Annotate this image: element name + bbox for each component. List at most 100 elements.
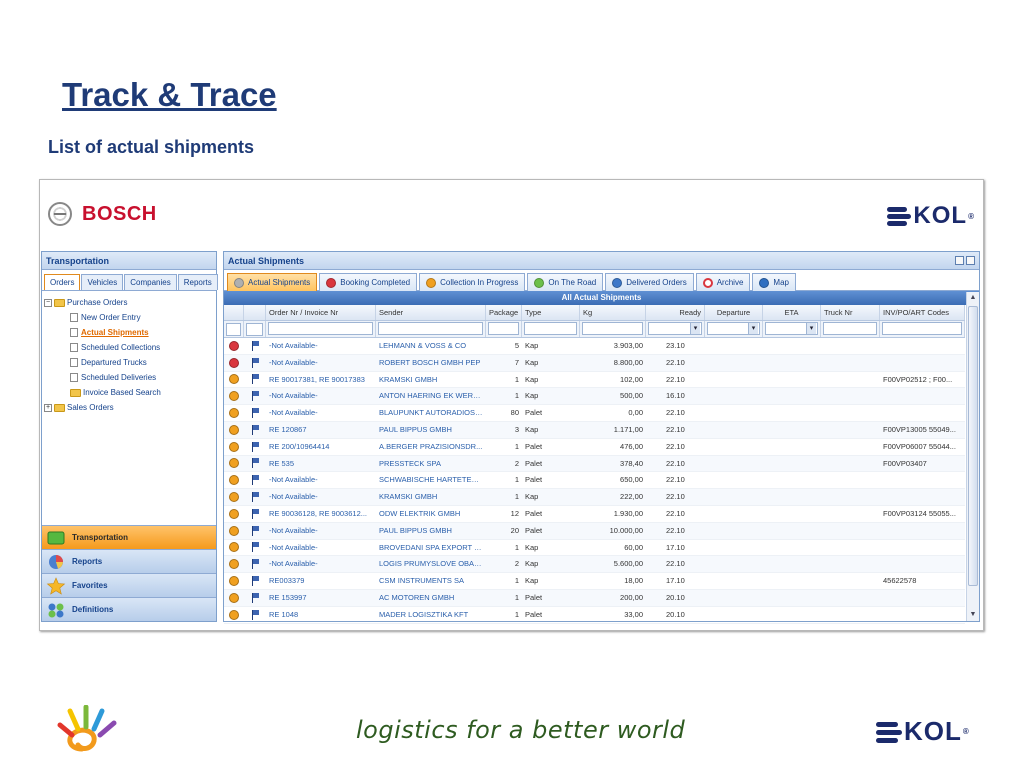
filter-eta-dropdown[interactable] xyxy=(765,322,818,335)
tree-item-invoice-based-search[interactable]: Invoice Based Search xyxy=(44,385,214,400)
tab-vehicles[interactable]: Vehicles xyxy=(81,274,124,290)
sender-cell[interactable]: KRAMSKI GMBH xyxy=(376,489,486,505)
order-cell[interactable]: -Not Available- xyxy=(266,338,376,354)
flag-icon[interactable] xyxy=(251,592,259,603)
table-row[interactable]: RE 153997 AC MOTOREN GMBH 1 Palet 200,00 20.1… xyxy=(224,589,965,607)
flag-icon[interactable] xyxy=(251,475,259,486)
table-row[interactable]: -Not Available- ROBERT BOSCH GMBH PEP 7 Kap… xyxy=(224,354,965,372)
nav-transportation[interactable]: Transportation xyxy=(42,525,216,549)
col-order[interactable]: Order Nr / Invoice Nr xyxy=(266,305,376,320)
filter-package-input[interactable] xyxy=(488,322,519,335)
flag-icon[interactable] xyxy=(251,357,259,368)
table-row[interactable]: -Not Available- SCHWABISCHE HARTETEC... 1 P… xyxy=(224,472,965,490)
tab-collection-in-progress[interactable]: Collection In Progress xyxy=(419,273,526,291)
tab-map[interactable]: Map xyxy=(752,273,796,291)
table-row[interactable]: -Not Available- PAUL BIPPUS GMBH 20 Palet 10… xyxy=(224,522,965,540)
nav-reports[interactable]: Reports xyxy=(42,549,216,573)
order-cell[interactable]: -Not Available- xyxy=(266,472,376,488)
table-row[interactable]: -Not Available- LEHMANN & VOSS & CO 5 Kap 3.… xyxy=(224,338,965,355)
col-truck[interactable]: Truck Nr xyxy=(821,305,880,320)
sender-cell[interactable]: PAUL BIPPUS GMBH xyxy=(376,523,486,539)
sender-cell[interactable]: A.BERGER PRAZISIONSDR... xyxy=(376,439,486,455)
flag-cell[interactable] xyxy=(244,472,266,488)
order-cell[interactable]: -Not Available- xyxy=(266,540,376,556)
sender-cell[interactable]: BROVEDANI SPA EXPORT D... xyxy=(376,540,486,556)
col-kg[interactable]: Kg xyxy=(580,305,646,320)
filter-order-input[interactable] xyxy=(268,322,373,335)
order-cell[interactable]: -Not Available- xyxy=(266,355,376,371)
table-row[interactable]: RE 120867 PAUL BIPPUS GMBH 3 Kap 1.171,00 22.… xyxy=(224,421,965,439)
tree-item-actual-shipments[interactable]: Actual Shipments xyxy=(44,325,214,340)
sender-cell[interactable]: MADER LOGISZTIKA KFT xyxy=(376,607,486,623)
col-inv[interactable]: INV/PO/ART Codes xyxy=(880,305,965,320)
flag-icon[interactable] xyxy=(251,525,259,536)
flag-icon[interactable] xyxy=(251,391,259,402)
order-cell[interactable]: RE 120867 xyxy=(266,422,376,438)
flag-cell[interactable] xyxy=(244,439,266,455)
order-cell[interactable]: RE 1048 xyxy=(266,607,376,623)
table-row[interactable]: RE 90036128, RE 9003612... ODW ELEKTRIK G… xyxy=(224,506,965,523)
table-row[interactable]: -Not Available- BLAUPUNKT AUTORADIOS ... 8… xyxy=(224,405,965,422)
order-cell[interactable]: -Not Available- xyxy=(266,405,376,421)
settings-icon[interactable] xyxy=(955,256,964,265)
table-row[interactable]: -Not Available- KRAMSKI GMBH 1 Kap 222,00 22.… xyxy=(224,489,965,506)
table-row[interactable]: RE 535 PRESSTECK SPA 2 Palet 378,40 22.10 F00V… xyxy=(224,455,965,473)
tab-delivered-orders[interactable]: Delivered Orders xyxy=(605,273,694,291)
collapse-icon[interactable]: − xyxy=(44,298,52,307)
filter-type-input[interactable] xyxy=(524,322,577,335)
sender-cell[interactable]: ODW ELEKTRIK GMBH xyxy=(376,506,486,522)
tab-booking-completed[interactable]: Booking Completed xyxy=(319,273,418,291)
scroll-thumb[interactable] xyxy=(968,306,978,586)
col-sender[interactable]: Sender xyxy=(376,305,486,320)
flag-cell[interactable] xyxy=(244,506,266,522)
table-row[interactable]: -Not Available- LOGIS PRUMYSLOVE OBAL... 2… xyxy=(224,556,965,574)
filter-kg-input[interactable] xyxy=(582,322,643,335)
filter-flag-input[interactable] xyxy=(246,322,263,336)
tab-companies[interactable]: Companies xyxy=(124,274,177,290)
flag-cell[interactable] xyxy=(244,456,266,472)
sender-cell[interactable]: PAUL BIPPUS GMBH xyxy=(376,422,486,438)
flag-cell[interactable] xyxy=(244,607,266,623)
sender-cell[interactable]: ANTON HAERING EK WERK... xyxy=(376,388,486,404)
flag-cell[interactable] xyxy=(244,540,266,556)
sender-cell[interactable]: SCHWABISCHE HARTETEC... xyxy=(376,472,486,488)
col-departure[interactable]: Departure xyxy=(705,305,763,320)
flag-icon[interactable] xyxy=(251,508,259,519)
flag-cell[interactable] xyxy=(244,422,266,438)
flag-icon[interactable] xyxy=(251,576,259,587)
tab-on-the-road[interactable]: On The Road xyxy=(527,273,604,291)
flag-cell[interactable] xyxy=(244,523,266,539)
filter-truck-input[interactable] xyxy=(823,322,877,335)
flag-icon[interactable] xyxy=(251,609,259,620)
scroll-down-icon[interactable]: ▼ xyxy=(967,609,979,621)
flag-cell[interactable] xyxy=(244,405,266,421)
flag-icon[interactable] xyxy=(251,458,259,469)
tab-archive[interactable]: Archive xyxy=(695,273,751,291)
flag-icon[interactable] xyxy=(251,374,259,385)
sender-cell[interactable]: ROBERT BOSCH GMBH PEP xyxy=(376,355,486,371)
sender-cell[interactable]: LOGIS PRUMYSLOVE OBAL... xyxy=(376,556,486,572)
order-cell[interactable]: -Not Available- xyxy=(266,556,376,572)
table-row[interactable]: RE003379 CSM INSTRUMENTS SA 1 Kap 18,00 17.10… xyxy=(224,573,965,590)
sender-cell[interactable]: KRAMSKI GMBH xyxy=(376,372,486,388)
tree-item-departured-trucks[interactable]: Departured Trucks xyxy=(44,355,214,370)
flag-icon[interactable] xyxy=(251,542,259,553)
tab-orders[interactable]: Orders xyxy=(44,274,81,290)
filter-inv-input[interactable] xyxy=(882,322,962,335)
table-row[interactable]: -Not Available- ANTON HAERING EK WERK... 1… xyxy=(224,388,965,406)
tree-item-scheduled-collections[interactable]: Scheduled Collections xyxy=(44,340,214,355)
flag-cell[interactable] xyxy=(244,388,266,404)
flag-cell[interactable] xyxy=(244,489,266,505)
flag-icon[interactable] xyxy=(251,424,259,435)
nav-definitions[interactable]: Definitions xyxy=(42,597,216,621)
filter-ready-dropdown[interactable] xyxy=(648,322,702,335)
tree-item-purchase-orders[interactable]: − Purchase Orders xyxy=(44,295,214,310)
order-cell[interactable]: -Not Available- xyxy=(266,489,376,505)
sender-cell[interactable]: AC MOTOREN GMBH xyxy=(376,590,486,606)
order-cell[interactable]: RE 200/10964414 xyxy=(266,439,376,455)
col-type[interactable]: Type xyxy=(522,305,580,320)
table-row[interactable]: RE 90017381, RE 90017383 KRAMSKI GMBH 1 Kap… xyxy=(224,372,965,389)
table-row[interactable]: RE 200/10964414 A.BERGER PRAZISIONSDR... 1… xyxy=(224,439,965,456)
filter-departure-dropdown[interactable] xyxy=(707,322,760,335)
sender-cell[interactable]: BLAUPUNKT AUTORADIOS ... xyxy=(376,405,486,421)
